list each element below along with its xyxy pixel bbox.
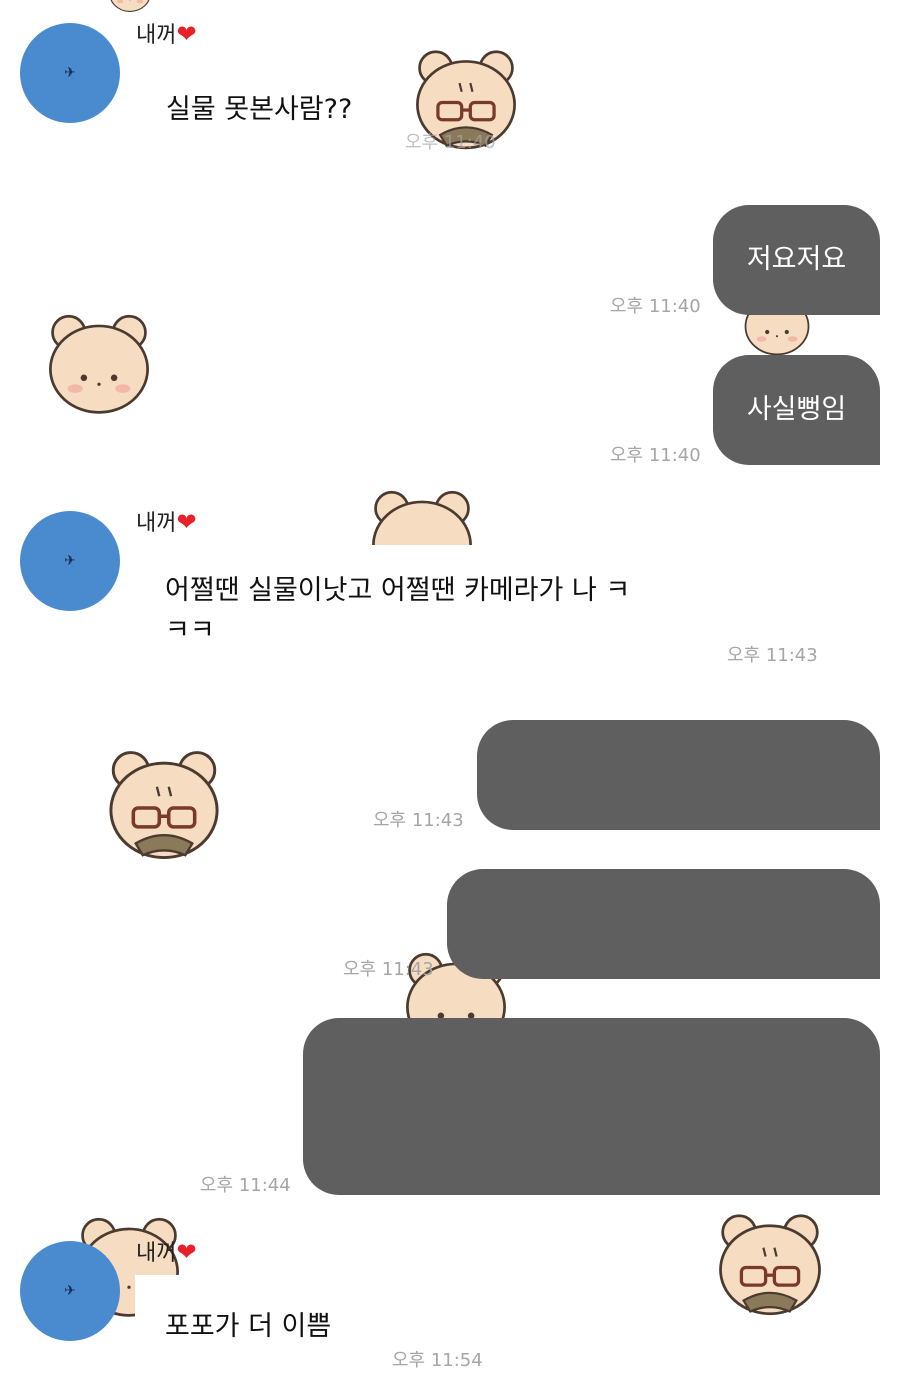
avatar[interactable]: ✈ (20, 23, 120, 123)
message-timestamp: 오후 11:43 (373, 810, 464, 831)
airplane-icon: ✈ (64, 1283, 76, 1299)
redacted-message-bubble[interactable] (477, 720, 880, 830)
avatar[interactable]: ✈ (20, 511, 120, 611)
message-text-line-1: 어쩔땐 실물이낫고 어쩔땐 카메라가 나 ㅋ (165, 575, 631, 606)
message-timestamp: 오후 11:43 (343, 959, 434, 980)
heart-icon: ❤ (176, 1238, 197, 1266)
message-timestamp: 오후 11:54 (392, 1350, 483, 1371)
bear-glasses-sticker (109, 750, 219, 860)
message-timestamp: 오후 11:40 (610, 445, 701, 466)
bear-sticker (109, 0, 151, 12)
message-text-line-2: ㅋㅋ (165, 615, 215, 646)
bear-sticker (49, 314, 149, 414)
incoming-message-bubble[interactable]: 어쩔땐 실물이낫고 어쩔땐 카메라가 나 ㅋ ㅋㅋ (135, 545, 695, 655)
redacted-message-bubble[interactable] (447, 869, 880, 979)
heart-icon: ❤ (176, 20, 197, 48)
sender-name: 내꺼❤ (136, 508, 197, 536)
message-timestamp: 오후 11:40 (405, 132, 496, 153)
message-timestamp: 오후 11:43 (727, 645, 818, 666)
outgoing-message-bubble[interactable]: 사실뻥임 (713, 355, 880, 465)
message-text: 포포가 더 이쁨 (165, 1311, 332, 1342)
incoming-message-bubble[interactable]: 포포가 더 이쁨 (135, 1275, 380, 1385)
outgoing-message-bubble[interactable]: 저요저요 (713, 205, 880, 315)
message-text: 사실뻥임 (746, 394, 847, 425)
redacted-message-bubble[interactable] (303, 1018, 880, 1195)
avatar[interactable]: ✈ (20, 1241, 120, 1341)
incoming-message-bubble[interactable]: 실물 못본사람?? (150, 88, 369, 132)
airplane-icon: ✈ (64, 65, 76, 81)
message-text: 실물 못본사람?? (166, 94, 353, 125)
message-timestamp: 오후 11:44 (200, 1175, 291, 1196)
message-timestamp: 오후 11:40 (610, 296, 701, 317)
heart-icon: ❤ (176, 508, 197, 536)
bear-glasses-sticker (718, 1214, 822, 1316)
message-text: 저요저요 (746, 244, 847, 275)
airplane-icon: ✈ (64, 553, 76, 569)
sender-name: 내꺼❤ (136, 20, 197, 48)
sender-name: 내꺼❤ (136, 1238, 197, 1266)
